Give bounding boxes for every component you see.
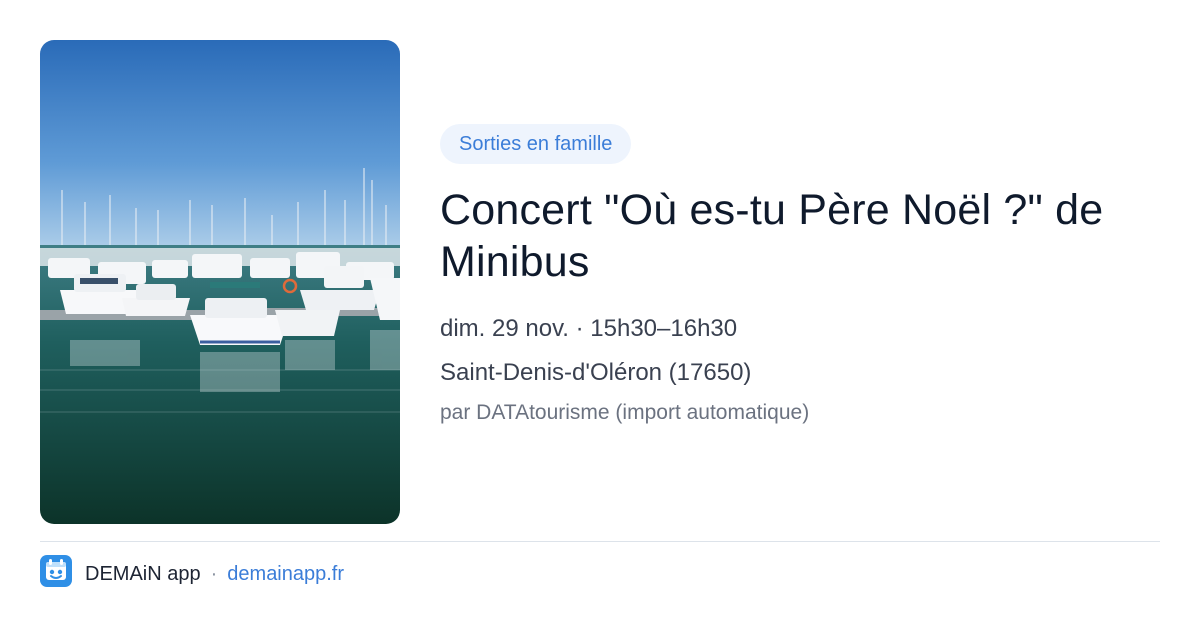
footer-divider xyxy=(40,541,1160,542)
event-date-time: dim. 29 nov. · 15h30–16h30 xyxy=(440,315,738,342)
footer: DEMAiN app · demainapp.fr xyxy=(40,555,344,593)
event-title[interactable]: Concert "Où es-tu Père Noël ?" de Minibu… xyxy=(440,184,1160,288)
footer-separator: · xyxy=(210,562,218,585)
demain-app-logo-icon xyxy=(40,555,85,593)
event-photo xyxy=(40,40,400,524)
event-share-card: Sorties en famille Concert "Où es-tu Pèr… xyxy=(0,0,1200,630)
app-name: DEMAiN app xyxy=(85,562,201,585)
event-source: par DATAtourisme (import automatique) xyxy=(440,401,810,424)
app-domain-link[interactable]: demainapp.fr xyxy=(227,563,344,586)
event-details: Sorties en famille Concert "Où es-tu Pèr… xyxy=(440,124,1160,428)
event-location: Saint-Denis-d'Oléron (17650) xyxy=(440,359,752,386)
category-tag[interactable]: Sorties en famille xyxy=(440,124,632,164)
